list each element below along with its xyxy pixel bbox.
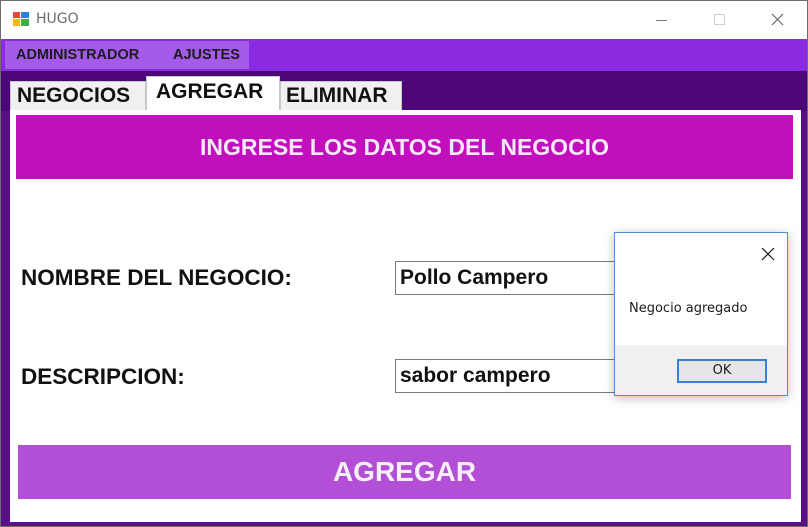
window-title: HUGO [36,11,79,27]
tab-negocios[interactable]: NEGOCIOS [10,81,146,111]
maximize-button[interactable] [691,1,748,39]
menu-item-ajustes[interactable]: AJUSTES [163,41,249,69]
main-window: HUGO ADMINISTRADOR AJUSTES NEGOCIOS AGRE… [0,0,808,527]
agregar-button[interactable]: AGREGAR [18,445,791,499]
menu-bar: ADMINISTRADOR AJUSTES [1,39,807,71]
dialog-message: Negocio agregado [629,301,748,316]
close-icon [771,13,784,26]
message-dialog: Negocio agregado OK [614,232,788,396]
tab-agregar[interactable]: AGREGAR [146,76,280,111]
form-header: INGRESE LOS DATOS DEL NEGOCIO [16,115,793,179]
windows-forms-app-icon [13,12,29,26]
close-icon [761,247,775,261]
minimize-icon [656,20,667,21]
descripcion-input[interactable] [395,359,625,393]
tab-strip: NEGOCIOS AGREGAR ELIMINAR [1,71,807,111]
nombre-label: NOMBRE DEL NEGOCIO: [21,265,292,290]
title-bar[interactable]: HUGO [1,1,807,39]
tab-eliminar[interactable]: ELIMINAR [280,81,402,111]
menu-item-administrador[interactable]: ADMINISTRADOR [5,41,163,69]
descripcion-label: DESCRIPCION: [21,364,185,389]
nombre-input[interactable] [395,261,625,295]
ok-button[interactable]: OK [677,359,767,383]
minimize-button[interactable] [633,1,690,39]
close-button[interactable] [749,1,806,39]
dialog-close-button[interactable] [755,243,781,265]
maximize-icon [714,14,725,25]
dialog-footer: OK [615,345,787,395]
